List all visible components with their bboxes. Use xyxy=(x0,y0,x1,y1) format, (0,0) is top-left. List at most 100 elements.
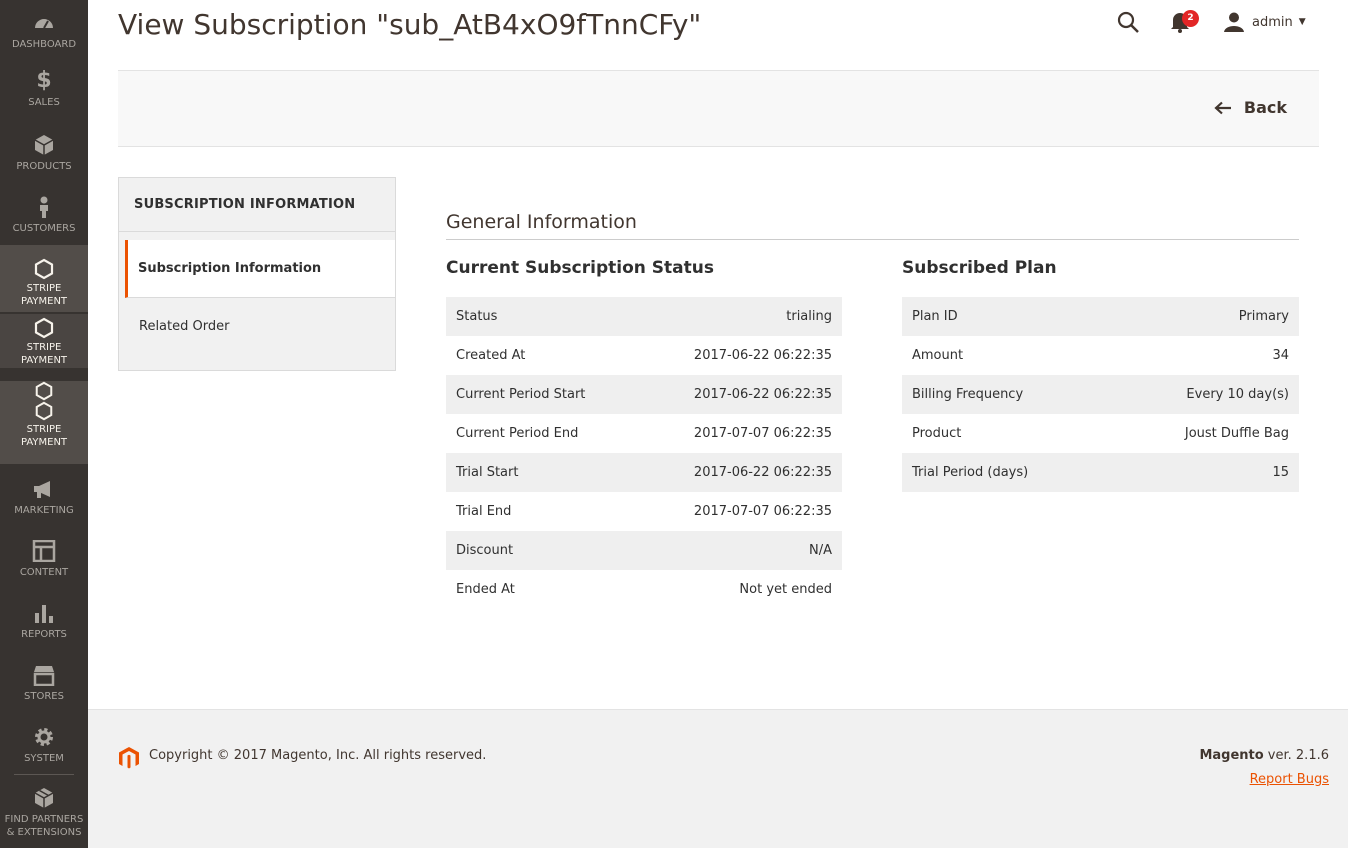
nav-stripe-label: STRIPE xyxy=(26,424,62,435)
row-label: Ended At xyxy=(456,582,515,597)
row-label: Plan ID xyxy=(902,297,1110,336)
row-value: 2017-06-22 06:22:35 xyxy=(638,375,842,414)
table-row: Current Period End 2017-07-07 06:22:35 xyxy=(446,414,842,453)
nav-sales-label: SALES xyxy=(28,97,60,108)
table-row: Status trialing xyxy=(446,297,842,336)
row-value: 34 xyxy=(1272,348,1289,363)
row-label: Current Period End xyxy=(456,426,579,441)
page-footer: Copyright © 2017 Magento, Inc. All right… xyxy=(88,709,1348,848)
table-row: Trial End 2017-07-07 06:22:35 xyxy=(446,492,842,531)
table-row: Discount N/A xyxy=(446,531,842,570)
row-value: 2017-07-07 06:22:35 xyxy=(693,504,832,519)
nav-stores-label: STORES xyxy=(24,691,64,702)
chevron-down-icon: ▼ xyxy=(1298,17,1306,27)
table-row: Billing Frequency Every 10 day(s) xyxy=(902,375,1299,414)
nav-stores[interactable]: STORES xyxy=(0,664,88,703)
row-label: Trial Period (days) xyxy=(902,453,1110,492)
nav-marketing[interactable]: MARKETING xyxy=(0,478,88,517)
row-label: Created At xyxy=(456,348,526,363)
nav-divider xyxy=(14,774,74,775)
row-value: N/A xyxy=(638,531,842,570)
cube-icon xyxy=(34,135,54,155)
nav-stripe-label-2: PAYMENT xyxy=(20,355,68,366)
nav-products[interactable]: PRODUCTS xyxy=(0,134,88,173)
back-button[interactable]: Back xyxy=(1214,98,1287,117)
nav-sales[interactable]: $ SALES xyxy=(0,70,88,109)
dollar-icon: $ xyxy=(36,68,52,93)
table-row: Trial Period (days) 15 xyxy=(902,453,1299,492)
nav-marketing-label: MARKETING xyxy=(14,505,74,516)
row-label: Billing Frequency xyxy=(902,375,1110,414)
row-value: 2017-06-22 06:22:35 xyxy=(693,348,832,363)
row-value: Not yet ended xyxy=(739,582,832,597)
nav-stripe-payment-2[interactable]: STRIPE PAYMENT xyxy=(0,314,88,368)
nav-find-partners-label-2: & EXTENSIONS xyxy=(6,827,82,838)
version-text: ver. 2.1.6 xyxy=(1263,748,1329,763)
current-status-title: Current Subscription Status xyxy=(446,258,714,278)
table-row: Created At 2017-06-22 06:22:35 xyxy=(446,336,842,375)
nav-reports[interactable]: REPORTS xyxy=(0,602,88,641)
notification-badge[interactable]: 2 xyxy=(1182,10,1199,27)
nav-customers[interactable]: CUSTOMERS xyxy=(0,196,88,235)
row-label: Product xyxy=(912,426,962,441)
tab-subscription-information[interactable]: Subscription Information xyxy=(125,240,395,298)
nav-stripe-payment-1[interactable]: STRIPE PAYMENT xyxy=(0,245,88,312)
nav-system-label: SYSTEM xyxy=(24,753,64,764)
arrow-left-icon xyxy=(1214,101,1231,114)
megaphone-icon xyxy=(34,481,50,498)
dashboard-icon xyxy=(35,19,53,29)
row-value: 2017-06-22 06:22:35 xyxy=(638,453,842,492)
nav-products-label: PRODUCTS xyxy=(16,161,72,172)
row-value: trialing xyxy=(638,297,842,336)
magento-logo-icon xyxy=(119,747,139,769)
nav-content-label: CONTENT xyxy=(19,567,69,578)
tabs-panel: SUBSCRIPTION INFORMATION Subscription In… xyxy=(118,177,396,371)
person-icon xyxy=(40,196,48,218)
row-value: Joust Duffle Bag xyxy=(1184,426,1289,441)
page-title: View Subscription "sub_AtB4xO9fTnnCFy" xyxy=(118,8,702,41)
nav-content[interactable]: CONTENT xyxy=(0,540,88,579)
nav-dashboard[interactable]: DASHBOARD xyxy=(0,12,88,51)
row-value: Every 10 day(s) xyxy=(1109,375,1299,414)
user-name: admin xyxy=(1252,14,1293,30)
general-information-title: General Information xyxy=(446,211,637,233)
hexagon-icon xyxy=(34,258,54,280)
plan-table: Plan ID Primary Amount 34 Billing Frequenc… xyxy=(902,297,1299,492)
row-label: Trial Start xyxy=(446,453,639,492)
tab-related-order[interactable]: Related Order xyxy=(119,298,395,356)
nav-customers-label: CUSTOMERS xyxy=(12,223,76,234)
nav-find-partners-label: FIND PARTNERS xyxy=(4,814,84,825)
nav-stripe-label: STRIPE xyxy=(26,342,62,353)
user-icon xyxy=(1224,12,1244,32)
nav-stripe-label-2: PAYMENT xyxy=(20,296,68,307)
nav-stripe-payment-3[interactable]: STRIPE PAYMENT xyxy=(0,381,88,464)
row-label: Amount xyxy=(912,348,964,363)
admin-sidebar: DASHBOARD $ SALES PRODUCTS CUSTOMERS STR… xyxy=(0,0,88,848)
page-actions-bar: Back xyxy=(118,70,1319,147)
back-button-label: Back xyxy=(1243,98,1287,117)
table-row: Current Period Start 2017-06-22 06:22:35 xyxy=(446,375,842,414)
user-menu[interactable]: admin ▼ xyxy=(1224,10,1306,34)
row-value: 2017-07-07 06:22:35 xyxy=(693,426,832,441)
tabs-title: SUBSCRIPTION INFORMATION xyxy=(119,178,395,232)
bar-chart-icon xyxy=(35,605,53,623)
version-info: Magento ver. 2.1.6 xyxy=(1199,748,1329,763)
table-row: Trial Start 2017-06-22 06:22:35 xyxy=(446,453,842,492)
nav-stripe-label-2: PAYMENT xyxy=(20,437,68,448)
nav-find-partners[interactable]: FIND PARTNERS & EXTENSIONS xyxy=(0,787,88,839)
nav-reports-label: REPORTS xyxy=(21,629,67,640)
row-label: Current Period Start xyxy=(446,375,639,414)
gear-icon xyxy=(35,728,53,746)
search-icon[interactable] xyxy=(1116,10,1140,34)
section-divider xyxy=(446,239,1299,240)
nav-dashboard-label: DASHBOARD xyxy=(11,39,77,50)
brand-name: Magento xyxy=(1199,748,1264,763)
table-row: Ended At Not yet ended xyxy=(446,570,842,609)
status-table: Status trialing Created At 2017-06-22 06:2… xyxy=(446,297,842,609)
nav-stripe-label: STRIPE xyxy=(26,283,62,294)
row-value: 15 xyxy=(1109,453,1299,492)
nav-system[interactable]: SYSTEM xyxy=(0,726,88,765)
hexagon-icon xyxy=(35,401,53,421)
layout-icon xyxy=(32,540,56,562)
report-bugs-link[interactable]: Report Bugs xyxy=(1250,772,1329,787)
